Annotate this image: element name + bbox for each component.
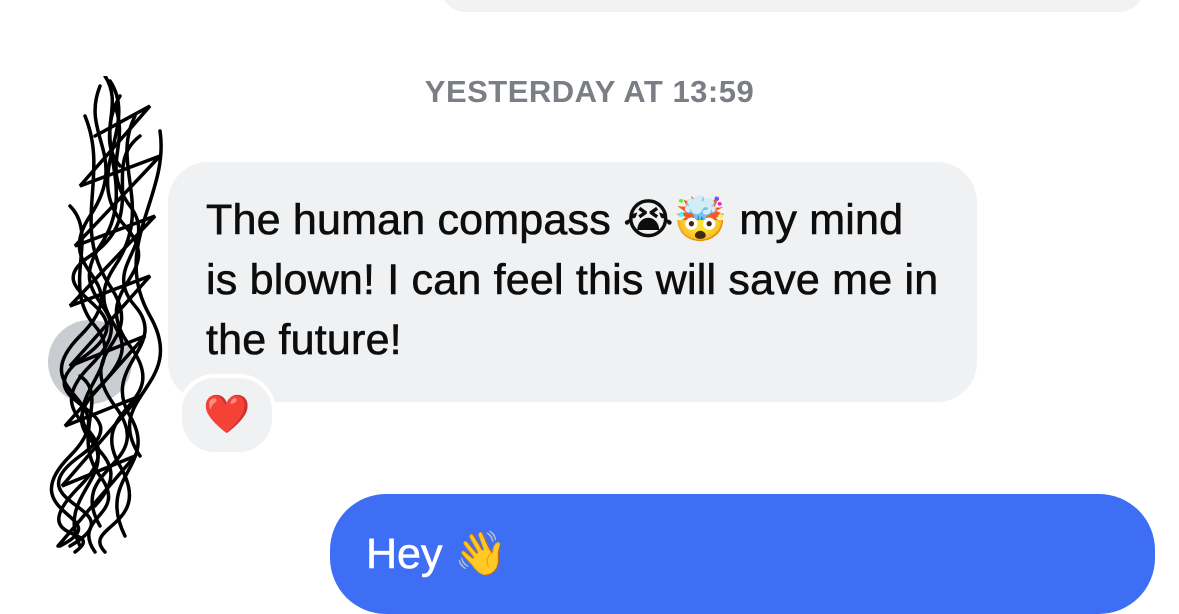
heart-reaction-icon[interactable]: ❤️ (178, 374, 276, 456)
incoming-message-bubble[interactable]: The human compass 😭🤯 my mind is blown! I… (168, 162, 977, 402)
outgoing-message-bubble[interactable]: Hey 👋 (330, 494, 1155, 614)
previous-message-bubble[interactable] (440, 0, 1145, 12)
incoming-message-text: The human compass 😭🤯 my mind is blown! I… (206, 196, 939, 365)
outgoing-message-text: Hey 👋 (366, 530, 509, 579)
heart-icon: ❤️ (203, 394, 251, 436)
scribble-redaction (49, 76, 163, 554)
